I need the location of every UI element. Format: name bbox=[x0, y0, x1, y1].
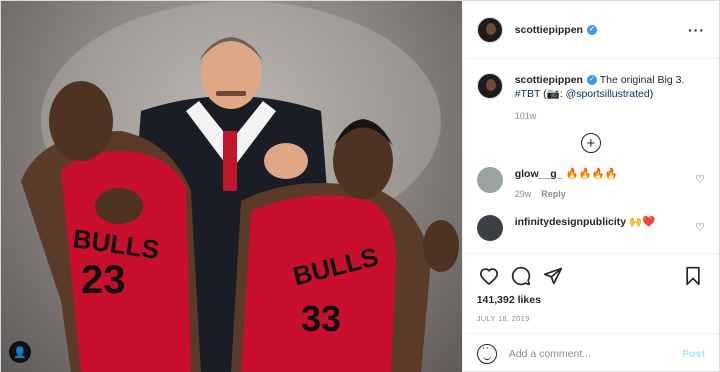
comment-bubble-icon[interactable] bbox=[509, 265, 533, 287]
comment-body: infinitydesignpublicity 🙌❤️ bbox=[515, 215, 656, 229]
caption-username[interactable]: scottiepippen bbox=[515, 74, 583, 86]
svg-text:23: 23 bbox=[81, 258, 126, 302]
comment-like-heart-icon[interactable]: ♡ bbox=[695, 221, 705, 234]
instagram-post: BULLS 23 BULLS 33 👤 scottiepippen✓ ··· bbox=[0, 0, 720, 372]
likes-count[interactable]: 141,392 likes bbox=[477, 294, 705, 306]
header-username[interactable]: scottiepippen ✓ bbox=[515, 24, 597, 36]
post-actions: 141,392 likes JULY 18, 2019 bbox=[462, 253, 719, 333]
post-photo[interactable]: BULLS 23 BULLS 33 👤 bbox=[1, 1, 462, 372]
more-options-icon[interactable]: ··· bbox=[688, 22, 705, 38]
reply-button[interactable]: Reply bbox=[541, 189, 566, 199]
hashtag-link[interactable]: #TBT bbox=[515, 88, 540, 100]
comment-text: 🙌❤️ bbox=[629, 216, 656, 228]
comment-item: glow__g_ 🔥🔥🔥🔥 29w Reply ♡ bbox=[476, 167, 705, 201]
caption-close: ) bbox=[649, 88, 654, 100]
comment-time: 29w bbox=[514, 189, 532, 199]
emoji-smiley-icon[interactable] bbox=[476, 342, 497, 364]
caption-body: The original Big 3. bbox=[599, 74, 685, 86]
caption-avatar[interactable] bbox=[476, 73, 503, 99]
comment-body: glow__g_ 🔥🔥🔥🔥 29w Reply bbox=[515, 167, 618, 201]
mention-link[interactable]: @sportsillustrated bbox=[566, 88, 650, 100]
comment-meta: 29w Reply bbox=[515, 187, 618, 201]
share-paper-plane-icon[interactable] bbox=[541, 265, 565, 287]
post-comment-button[interactable]: Post bbox=[682, 348, 705, 360]
comment-like-heart-icon[interactable]: ♡ bbox=[695, 173, 705, 186]
comment-text: 🔥🔥🔥🔥 bbox=[565, 168, 618, 180]
svg-text:33: 33 bbox=[301, 298, 341, 339]
verified-badge-icon: ✓ bbox=[586, 75, 597, 86]
comment-input[interactable] bbox=[508, 347, 683, 360]
bookmark-icon[interactable] bbox=[681, 265, 705, 287]
photo-illustration: BULLS 23 BULLS 33 bbox=[21, 1, 459, 372]
caption-text: scottiepippen ✓ The original Big 3. #TBT … bbox=[515, 73, 685, 101]
like-heart-icon[interactable] bbox=[477, 265, 501, 287]
comment-avatar[interactable] bbox=[476, 215, 503, 241]
comment-username[interactable]: glow__g_ bbox=[515, 168, 563, 180]
comment-username[interactable]: infinitydesignpublicity bbox=[515, 216, 626, 228]
caption-camera: (📷: bbox=[543, 88, 563, 100]
post-header: scottiepippen ✓ ··· bbox=[462, 1, 719, 59]
load-more-button[interactable]: + bbox=[580, 133, 601, 153]
caption-time: 101w bbox=[514, 111, 537, 121]
post-side-panel: scottiepippen ✓ ··· scottiepippen ✓ The or… bbox=[461, 1, 719, 372]
comments-section: scottiepippen ✓ The original Big 3. #TBT … bbox=[463, 59, 719, 253]
header-username-text[interactable]: scottiepippen bbox=[515, 24, 583, 36]
comment-item: infinitydesignpublicity 🙌❤️ ♡ bbox=[476, 215, 705, 241]
user-tag-button[interactable]: 👤 bbox=[9, 341, 31, 363]
post-caption: scottiepippen ✓ The original Big 3. #TBT … bbox=[476, 73, 705, 101]
person-icon: 👤 bbox=[13, 346, 27, 359]
action-icons bbox=[477, 262, 705, 290]
post-date: JULY 18, 2019 bbox=[476, 314, 530, 323]
add-comment-bar: Post bbox=[462, 333, 719, 372]
profile-avatar[interactable] bbox=[476, 16, 503, 43]
verified-badge-icon: ✓ bbox=[586, 24, 597, 35]
comment-avatar[interactable] bbox=[476, 167, 503, 193]
load-more-comments: + bbox=[477, 133, 705, 153]
